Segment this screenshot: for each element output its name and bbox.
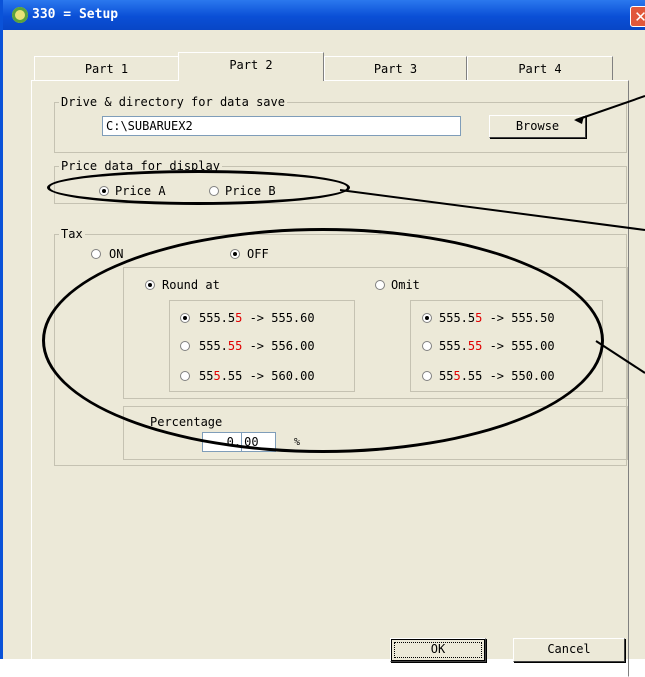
rounding-box: Round at Omit 555.55 -> 555.60 555.55 ->… [123, 267, 628, 399]
tab-label: Part 4 [518, 62, 562, 76]
round-option-radio[interactable] [180, 341, 190, 351]
browse-button[interactable]: Browse [489, 115, 586, 138]
price-group-label: Price data for display [59, 158, 222, 174]
tab-part-4[interactable]: Part 4 [467, 56, 613, 80]
omit-option-radio[interactable] [422, 341, 432, 351]
omit-radio[interactable] [375, 280, 385, 290]
price-b-radio[interactable] [209, 186, 219, 196]
tab-part-1[interactable]: Part 1 [34, 56, 179, 80]
percentage-input[interactable]: 0. 00 [202, 432, 276, 452]
cancel-button[interactable]: Cancel [513, 638, 625, 662]
app-icon [12, 7, 28, 23]
path-input[interactable]: C:\SUBARUEX2 [102, 116, 461, 136]
tab-label: Part 3 [373, 62, 418, 76]
drive-group: Drive & directory for data save C:\SUBAR… [54, 94, 627, 153]
tab-part-3[interactable]: Part 3 [324, 56, 467, 80]
round-option-radio[interactable] [180, 313, 190, 323]
title-bar[interactable]: 330 = Setup ✕ [3, 0, 645, 30]
round-option-label: 555.55 -> 555.60 [199, 311, 315, 325]
ok-button[interactable]: OK [390, 638, 486, 662]
omit-option-label: 555.55 -> 555.00 [439, 339, 555, 353]
drive-group-label: Drive & directory for data save [59, 94, 287, 110]
round-option-label: 555.55 -> 560.00 [199, 369, 315, 383]
tax-off-radio[interactable] [230, 249, 240, 259]
tab-label: Part 2 [229, 58, 273, 72]
round-options-box: 555.55 -> 555.60 555.55 -> 556.00 555.55… [169, 300, 355, 392]
tax-group-label: Tax [59, 226, 85, 242]
percentage-box: Percentage 0. 00 % [123, 406, 628, 460]
window-title: 330 = Setup [32, 7, 119, 22]
tax-group: Tax ON OFF Round at Omit 555.55 -> 555.6… [54, 226, 628, 466]
round-at-label: Round at [162, 278, 220, 292]
tab-part-2[interactable]: Part 2 [178, 52, 324, 81]
round-at-radio[interactable] [145, 280, 155, 290]
round-option-label: 555.55 -> 556.00 [199, 339, 315, 353]
close-button[interactable]: ✕ [630, 6, 645, 27]
omit-option-label: 555.55 -> 550.00 [439, 369, 555, 383]
tab-label: Part 1 [84, 62, 129, 76]
percent-sign: % [294, 437, 301, 448]
price-group: Price data for display Price A Price B [54, 158, 627, 204]
price-a-label: Price A [115, 184, 166, 198]
omit-label: Omit [391, 278, 420, 292]
tax-off-label: OFF [247, 247, 269, 261]
percentage-label: Percentage [150, 415, 223, 429]
round-option-radio[interactable] [180, 371, 190, 381]
setup-window: 330 = Setup ✕ Part 1 Part 2 Part 3 Part … [0, 0, 645, 677]
tab-panel: Drive & directory for data save C:\SUBAR… [31, 80, 629, 677]
price-b-label: Price B [225, 184, 276, 198]
omit-options-box: 555.55 -> 555.50 555.55 -> 555.00 555.55… [410, 300, 603, 392]
price-a-radio[interactable] [99, 186, 109, 196]
tax-on-label: ON [109, 247, 124, 261]
omit-option-radio[interactable] [422, 371, 432, 381]
close-icon: ✕ [634, 8, 645, 26]
omit-option-label: 555.55 -> 555.50 [439, 311, 555, 325]
tax-on-radio[interactable] [91, 249, 101, 259]
omit-option-radio[interactable] [422, 313, 432, 323]
